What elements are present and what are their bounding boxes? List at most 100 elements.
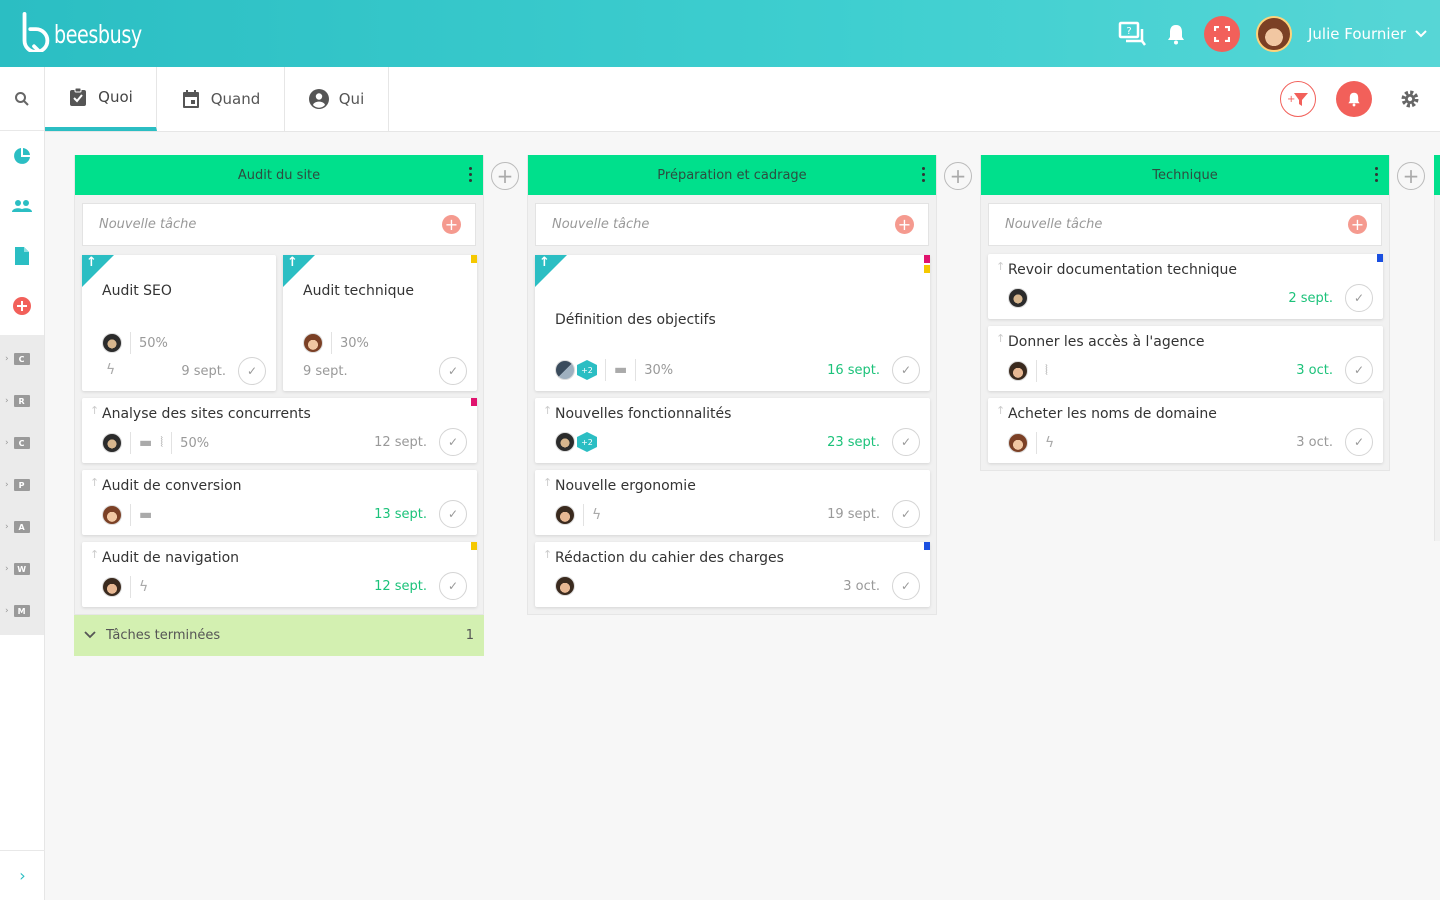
more-vert-icon[interactable] [469,167,473,182]
project-item[interactable]: › P [0,464,44,506]
new-task-placeholder: Nouvelle tâche [1005,217,1103,232]
more-vert-icon[interactable] [922,167,926,182]
user-name[interactable]: Julie Fournier [1308,25,1406,43]
complete-task-button[interactable]: ✓ [238,357,266,385]
chevron-right-icon: › [5,354,9,364]
due-date: 13 sept. [374,507,427,522]
add-task-icon[interactable]: + [895,215,914,234]
progress-percent: 30% [340,335,369,351]
add-project-nav[interactable] [0,281,44,331]
tab-quand[interactable]: Quand [157,67,285,131]
paperclip-icon: ⦚ [1045,363,1048,379]
complete-task-button[interactable]: ✓ [439,428,467,456]
complete-task-button[interactable]: ✓ [439,572,467,600]
task-card[interactable]: ↑ Audit SEO 50% ϟ 9 sept. ✓ [82,255,276,391]
task-card[interactable]: ↑ Donner les accès à l'agence ⦚ 3 oct. ✓ [988,326,1383,391]
project-item[interactable]: › C [0,338,44,380]
column-header[interactable]: Préparation et cadrage [528,155,936,195]
project-item[interactable]: › A [0,506,44,548]
user-avatar[interactable] [1255,15,1292,52]
more-assignees-badge[interactable]: +2 [577,360,597,380]
tab-quoi[interactable]: Quoi [45,67,157,131]
due-date: 19 sept. [827,507,880,522]
more-vert-icon[interactable] [1375,167,1379,182]
task-card[interactable]: ↑ Définition des objectifs +2 ▬ 30% 16 s… [535,255,930,391]
arrow-up-icon: ↑ [996,260,1006,273]
task-card[interactable]: ↑ Acheter les noms de domaine ϟ 3 oct. ✓ [988,398,1383,463]
project-item[interactable]: › M [0,590,44,632]
new-task-input[interactable]: Nouvelle tâche + [535,203,929,246]
add-task-icon[interactable]: + [442,215,461,234]
assignee-avatar[interactable] [102,433,122,453]
task-card[interactable]: ↑ Rédaction du cahier des charges 3 oct.… [535,542,930,607]
assignee-avatar[interactable] [555,432,575,452]
due-date: 23 sept. [827,435,880,450]
assignee-avatar[interactable] [555,505,575,525]
column-header[interactable]: Technique [981,155,1389,195]
completed-tasks-toggle[interactable]: Tâches terminées 1 [74,615,484,656]
project-badge: R [13,395,30,407]
add-column-button[interactable]: + [491,162,519,190]
assignee-avatar[interactable] [303,333,323,353]
project-item[interactable]: › W [0,548,44,590]
task-card[interactable]: ↑ Analyse des sites concurrents ▬ ⦚ 50% … [82,398,477,463]
team-nav[interactable] [0,181,44,231]
assignee-avatar[interactable] [102,577,122,597]
task-card[interactable]: ↑ Audit technique 30% 9 sept. ✓ [283,255,477,391]
column-title: Audit du site [237,167,321,183]
arrow-up-icon: ↑ [996,404,1006,417]
task-title: Rédaction du cahier des charges [555,550,784,566]
clipboard-check-icon [70,87,87,106]
label-flag-yellow [471,255,477,263]
complete-task-button[interactable]: ✓ [439,357,467,385]
add-column-button[interactable]: + [1397,162,1425,190]
complete-task-button[interactable]: ✓ [1345,428,1373,456]
add-task-icon[interactable]: + [1348,215,1367,234]
settings-button[interactable] [1392,81,1428,117]
assignee-avatar[interactable] [555,360,575,380]
tab-qui[interactable]: Qui [285,67,389,131]
notifications-bell-icon[interactable] [1154,23,1198,45]
complete-task-button[interactable]: ✓ [1345,284,1373,312]
arrow-up-icon: ↑ [539,255,550,270]
task-card[interactable]: ↑ Revoir documentation technique 2 sept.… [988,254,1383,319]
project-item[interactable]: › C [0,422,44,464]
task-card[interactable]: ↑ Nouvelles fonctionnalités +2 23 sept. … [535,398,930,463]
project-item[interactable]: › R [0,380,44,422]
arrow-up-icon: ↑ [86,255,97,270]
add-column-button[interactable]: + [944,162,972,190]
complete-task-button[interactable]: ✓ [892,428,920,456]
documents-nav[interactable] [0,231,44,281]
dashboard-nav[interactable] [0,131,44,181]
complete-task-button[interactable]: ✓ [892,572,920,600]
assignee-avatar[interactable] [1008,288,1028,308]
assignee-avatar[interactable] [1008,361,1028,381]
brand-logo[interactable]: beesbusy [20,12,157,52]
fullscreen-button[interactable] [1203,15,1240,52]
add-filter-button[interactable]: + [1280,81,1316,117]
chevron-down-icon[interactable] [1414,24,1428,43]
due-date: 9 sept. [303,364,348,379]
search-button[interactable] [0,67,44,131]
assignee-avatar[interactable] [555,576,575,596]
help-chat-icon[interactable]: ? [1110,21,1154,47]
alerts-button[interactable] [1336,81,1372,117]
assignee-avatar[interactable] [102,505,122,525]
complete-task-button[interactable]: ✓ [439,500,467,528]
arrow-up-icon: ↑ [996,332,1006,345]
column-header[interactable]: Audit du site [75,155,483,195]
task-card[interactable]: ↑ Audit de conversion ▬ 13 sept. ✓ [82,470,477,535]
chevron-right-icon: › [5,438,9,448]
task-card[interactable]: ↑ Audit de navigation ϟ 12 sept. ✓ [82,542,477,607]
expand-sidebar-button[interactable]: › [0,850,45,900]
more-assignees-badge[interactable]: +2 [577,432,597,452]
new-task-input[interactable]: Nouvelle tâche + [82,203,476,246]
task-card[interactable]: ↑ Nouvelle ergonomie ϟ 19 sept. ✓ [535,470,930,535]
assignee-avatar[interactable] [102,333,122,353]
due-date: 16 sept. [827,363,880,378]
complete-task-button[interactable]: ✓ [892,356,920,384]
new-task-input[interactable]: Nouvelle tâche + [988,203,1382,246]
assignee-avatar[interactable] [1008,433,1028,453]
complete-task-button[interactable]: ✓ [1345,356,1373,384]
complete-task-button[interactable]: ✓ [892,500,920,528]
